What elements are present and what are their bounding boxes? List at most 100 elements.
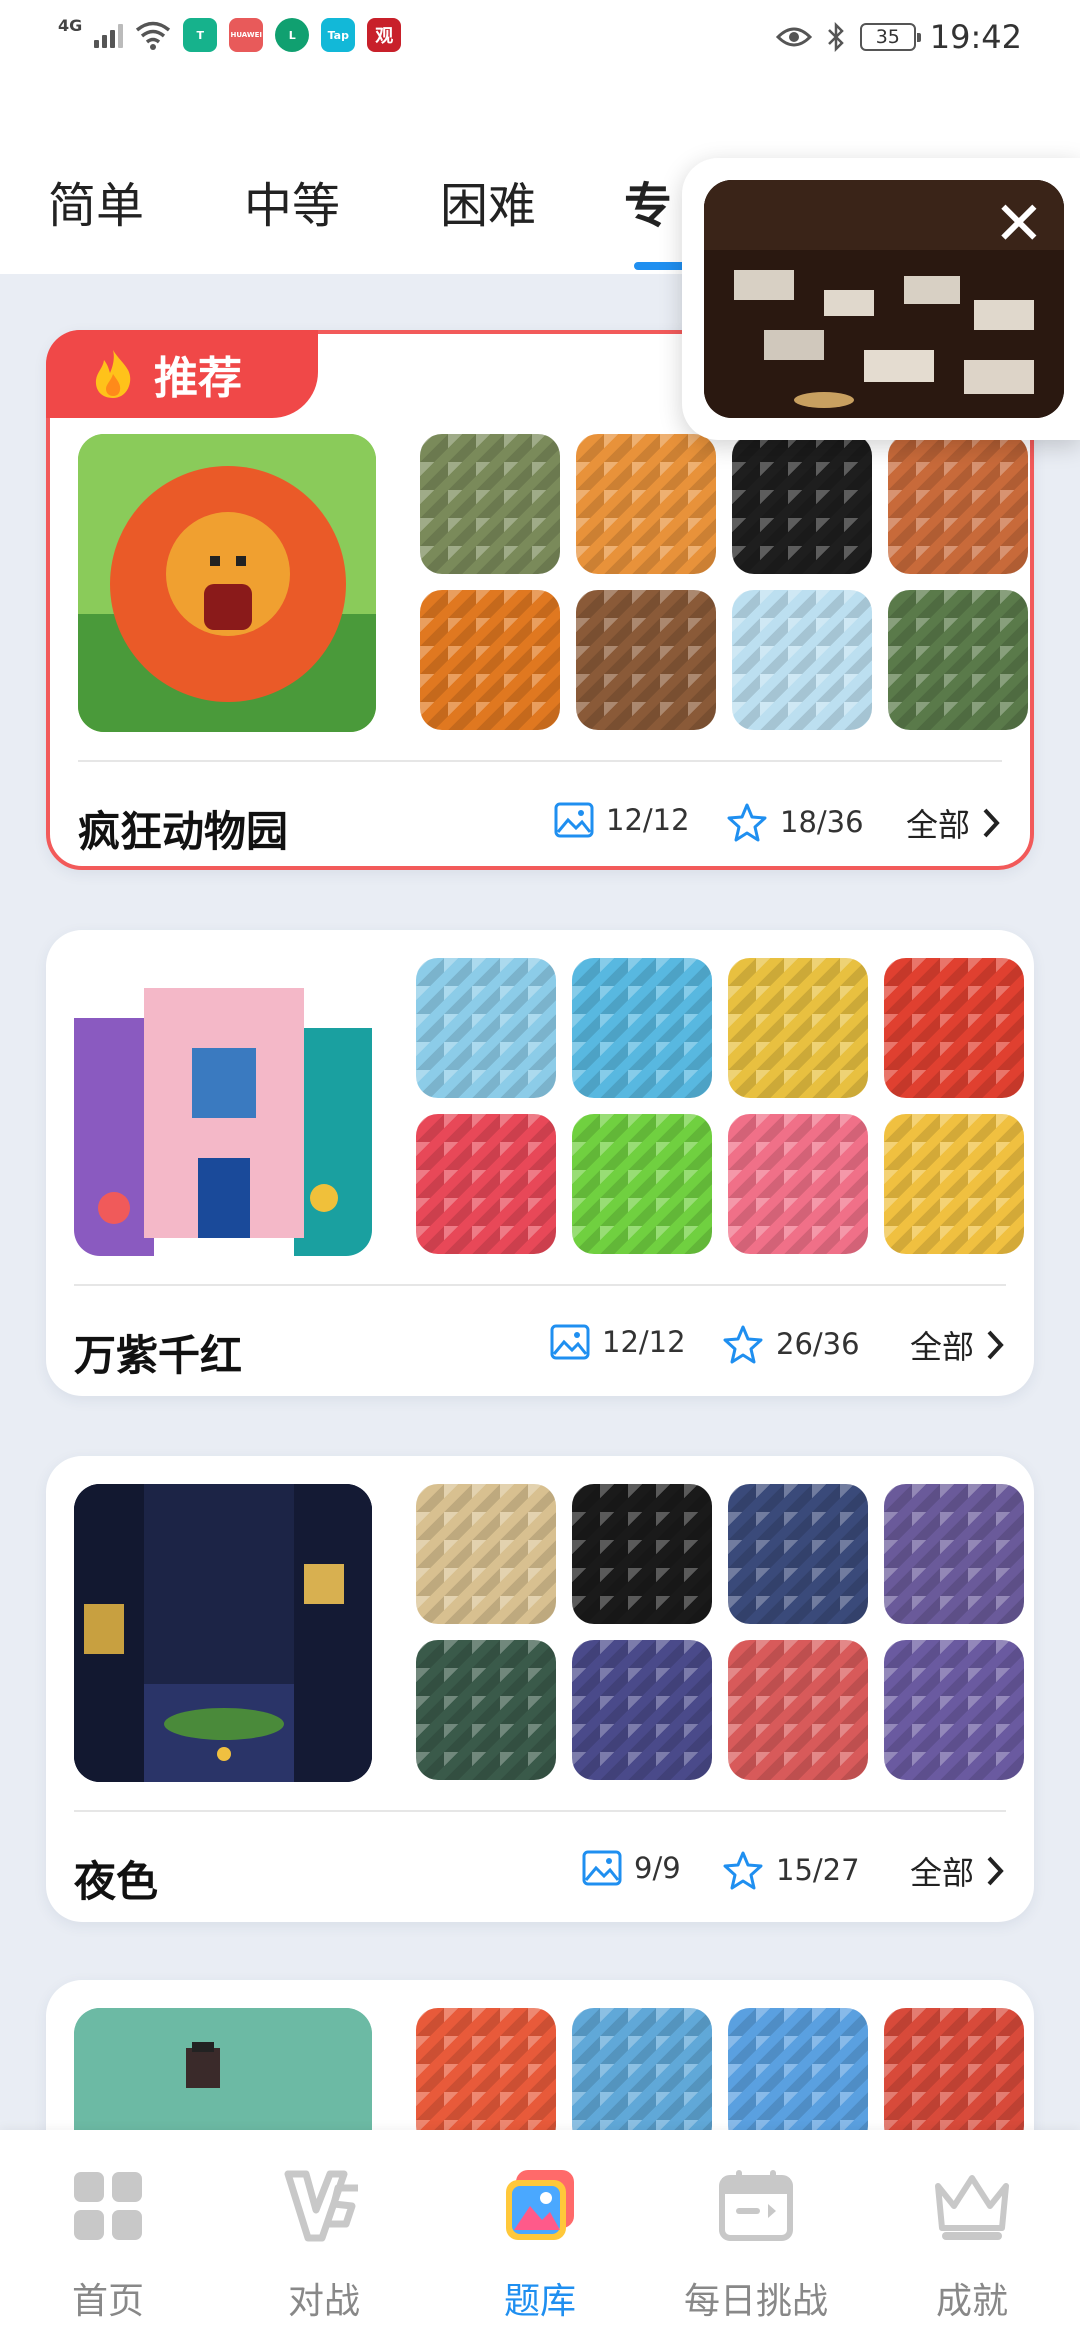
- album-card-colorful-flowers[interactable]: 万紫千红 12/12 26/36 全部: [46, 930, 1034, 1396]
- image-icon: [554, 802, 594, 838]
- chevron-right-icon: [987, 1856, 1004, 1886]
- nav-label: 成就: [935, 2281, 1008, 2322]
- nav-label: 对战: [287, 2281, 360, 2322]
- puzzle-thumbnail[interactable]: [572, 1484, 712, 1624]
- puzzle-thumbnail[interactable]: [576, 434, 716, 574]
- puzzle-thumbnail[interactable]: [420, 434, 560, 574]
- puzzle-thumbnail[interactable]: [888, 434, 1028, 574]
- puzzle-thumbnail[interactable]: [884, 1484, 1024, 1624]
- status-bar: 4G T HUAWEI L Tap 观 35 19:42: [0, 0, 1080, 76]
- puzzle-thumbnail[interactable]: [728, 958, 868, 1098]
- puzzle-thumbnail[interactable]: [416, 1640, 556, 1780]
- image-count-value: 12/12: [606, 803, 690, 837]
- puzzle-thumbnail[interactable]: [420, 590, 560, 730]
- gallery-icon: [506, 2170, 574, 2240]
- album-cover[interactable]: [74, 1484, 372, 1782]
- nav-library[interactable]: 题库: [450, 2166, 630, 2324]
- puzzle-thumbnail[interactable]: [728, 1484, 868, 1624]
- puzzle-thumbnail[interactable]: [884, 1114, 1024, 1254]
- album-cover[interactable]: [78, 434, 376, 732]
- flame-icon: [95, 350, 131, 398]
- puzzle-thumbnail[interactable]: [728, 1114, 868, 1254]
- eye-icon: [775, 27, 812, 47]
- calendar-icon: [719, 2170, 793, 2241]
- image-count-value: 12/12: [602, 1325, 686, 1359]
- nav-battle[interactable]: 对战: [234, 2166, 414, 2324]
- house-cover-image: [74, 958, 372, 1256]
- puzzle-thumbnail[interactable]: [728, 2008, 868, 2148]
- image-count: 12/12: [550, 1324, 686, 1360]
- album-card-night[interactable]: 夜色 9/9 15/27 全部: [46, 1456, 1034, 1922]
- recommend-badge: 推荐: [46, 330, 318, 418]
- puzzle-thumbnail[interactable]: [888, 590, 1028, 730]
- view-all-button[interactable]: 全部: [910, 1322, 1004, 1368]
- puzzle-thumbnail[interactable]: [416, 1114, 556, 1254]
- tab-hard[interactable]: 困难: [440, 166, 536, 236]
- view-all-button[interactable]: 全部: [910, 1848, 1004, 1894]
- puzzle-thumbnail[interactable]: [576, 590, 716, 730]
- video-frame[interactable]: ✕: [704, 180, 1064, 418]
- nav-label: 每日挑战: [683, 2281, 828, 2322]
- wifi-icon: [136, 21, 171, 50]
- puzzle-thumbnail[interactable]: [884, 2008, 1024, 2148]
- card-divider: [74, 1284, 1006, 1286]
- floating-video-player[interactable]: ✕: [682, 158, 1080, 440]
- taptap-icon: Tap: [321, 18, 356, 52]
- view-all-label: 全部: [909, 1328, 974, 1366]
- star-count: 26/36: [722, 1324, 860, 1364]
- view-all-label: 全部: [905, 806, 970, 844]
- status-right: 35 19:42: [775, 18, 1022, 56]
- puzzle-thumbnail[interactable]: [732, 434, 872, 574]
- image-icon: [550, 1324, 590, 1360]
- app-notification-icon: L: [275, 18, 310, 52]
- close-icon[interactable]: ✕: [994, 194, 1044, 254]
- app-notification-icon: 观: [367, 18, 402, 52]
- nav-label: 首页: [71, 2281, 144, 2322]
- star-count: 15/27: [722, 1850, 860, 1890]
- clock: 19:42: [929, 18, 1022, 56]
- vs-icon: [284, 2170, 358, 2242]
- nav-daily-challenge[interactable]: 每日挑战: [666, 2166, 846, 2324]
- recommend-label: 推荐: [154, 353, 242, 404]
- image-icon: [582, 1850, 622, 1886]
- puzzle-thumbnail[interactable]: [572, 958, 712, 1098]
- nav-achievements[interactable]: 成就: [882, 2166, 1062, 2324]
- image-count-value: 9/9: [634, 1851, 681, 1885]
- tab-special[interactable]: 专: [624, 166, 672, 236]
- star-icon: [727, 803, 767, 842]
- star-count-value: 26/36: [776, 1327, 860, 1361]
- chevron-right-icon: [983, 808, 1000, 838]
- puzzle-thumbnail[interactable]: [572, 1114, 712, 1254]
- star-count-value: 18/36: [780, 805, 864, 839]
- bottom-navigation: 首页 对战 题库 每日挑战 成就: [0, 2130, 1080, 2340]
- puzzle-thumbnail[interactable]: [572, 1640, 712, 1780]
- tab-medium[interactable]: 中等: [244, 166, 340, 236]
- puzzle-thumbnail[interactable]: [732, 590, 872, 730]
- home-grid-icon: [74, 2172, 142, 2240]
- puzzle-thumbnail[interactable]: [572, 2008, 712, 2148]
- view-all-button[interactable]: 全部: [906, 800, 1000, 846]
- chevron-right-icon: [987, 1330, 1004, 1360]
- star-count-value: 15/27: [776, 1853, 860, 1887]
- puzzle-thumbnail[interactable]: [416, 958, 556, 1098]
- album-title: 万紫千红: [74, 1331, 243, 1380]
- puzzle-thumbnail[interactable]: [728, 1640, 868, 1780]
- album-cover[interactable]: [74, 958, 372, 1256]
- bluetooth-icon: [827, 22, 844, 52]
- app-notification-icon: T: [183, 18, 218, 52]
- album-title: 夜色: [74, 1857, 159, 1906]
- nav-home[interactable]: 首页: [18, 2166, 198, 2324]
- signal-icon: [94, 22, 124, 48]
- status-left: 4G T HUAWEI L Tap 观: [58, 15, 402, 52]
- battery-icon: 35: [859, 23, 921, 51]
- network-type: 4G: [58, 15, 83, 35]
- album-title: 疯狂动物园: [78, 807, 289, 856]
- night-street-cover-image: [74, 1484, 372, 1782]
- puzzle-thumbnail[interactable]: [884, 1640, 1024, 1780]
- tab-easy[interactable]: 简单: [48, 166, 144, 236]
- view-all-label: 全部: [909, 1854, 974, 1892]
- puzzle-thumbnail[interactable]: [416, 2008, 556, 2148]
- puzzle-thumbnail[interactable]: [884, 958, 1024, 1098]
- puzzle-thumbnail[interactable]: [416, 1484, 556, 1624]
- star-icon: [723, 1325, 763, 1364]
